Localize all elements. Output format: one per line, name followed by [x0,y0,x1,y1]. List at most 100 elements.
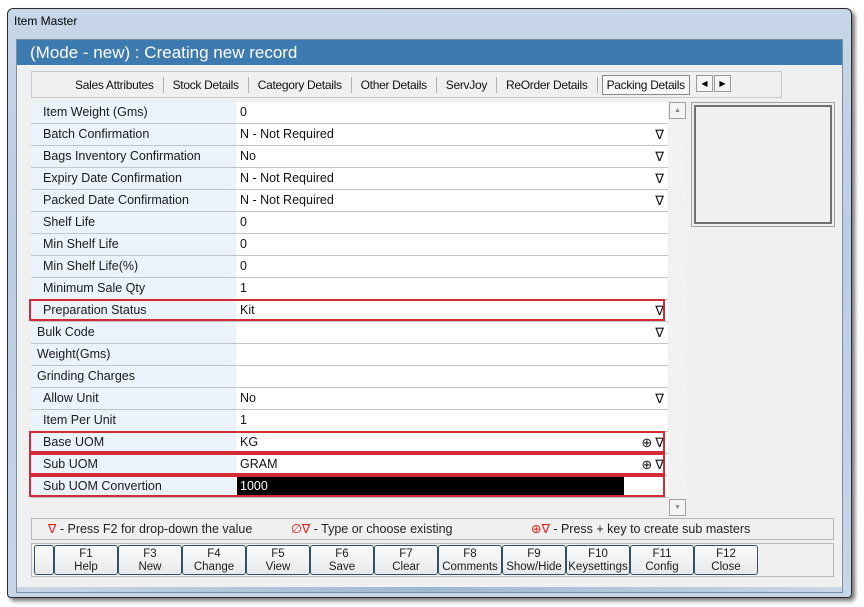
tab-packing-details[interactable]: Packing Details [601,74,690,95]
scroll-up-button[interactable]: ▲ [669,102,686,119]
field-label: Packed Date Confirmation [31,190,236,211]
field-row-batch-confirmation: Batch Confirmation N - Not Required ∇ [31,124,668,146]
fkey-key-label: F8 [463,548,477,560]
item-image-placeholder [694,105,832,224]
fkey-f12-close-button[interactable]: F12 Close [694,545,758,575]
field-icons: ∇ [655,124,664,145]
field-label: Weight(Gms) [31,344,236,365]
field-value-input[interactable]: 1 [237,410,668,431]
legend-type-or-choose: ∅∇ - Type or choose existing [291,519,452,539]
tab-reorder-details[interactable]: ReOrder Details [497,76,598,93]
field-label: Sub UOM [31,454,236,475]
field-icons: ∇ [655,190,664,211]
fkey-f4-change-button[interactable]: F4 Change [182,545,246,575]
vertical-scrollbar[interactable]: ▲ ▼ [669,102,686,516]
dropdown-icon[interactable]: ∇ [655,300,664,321]
field-label: Bags Inventory Confirmation [31,146,236,167]
field-value-input[interactable]: N - Not Required [237,190,668,211]
type-or-choose-icon: ∅∇ [291,522,311,536]
fkey-blank-button[interactable] [34,545,54,575]
field-row-bags-inventory-confirmation: Bags Inventory Confirmation No ∇ [31,146,668,168]
field-value-input[interactable]: 0 [237,212,668,233]
fkey-f11-config-button[interactable]: F11 Config [630,545,694,575]
field-row-preparation-status: Preparation Status Kit ∇ [31,300,668,322]
fkey-key-label: F3 [143,548,157,560]
field-value-input[interactable] [237,366,668,387]
field-value-input[interactable]: KG [237,432,668,453]
field-icons: ∇ [655,146,664,167]
fkey-name-label: Close [711,561,741,573]
field-value-input[interactable]: 0 [237,102,668,123]
fkey-f1-help-button[interactable]: F1 Help [54,545,118,575]
dropdown-icon[interactable]: ∇ [655,124,664,145]
fkey-name-label: Change [193,561,235,573]
tab-scroll-left-button[interactable]: ◀ [696,75,713,92]
fkey-name-label: Config [645,561,679,573]
field-value-input[interactable]: Kit [237,300,668,321]
field-row-expiry-date-confirmation: Expiry Date Confirmation N - Not Required… [31,168,668,190]
field-value-input[interactable]: N - Not Required [237,168,668,189]
field-value-input[interactable] [237,322,668,343]
add-sub-master-icon: ⊕∇ [531,522,550,536]
fkey-name-label: Save [328,561,356,573]
fkey-name-label: Show/Hide [506,561,562,573]
field-value-input[interactable]: N - Not Required [237,124,668,145]
add-sub-master-icon[interactable]: ⊕ [641,454,652,475]
scroll-down-icon: ▼ [674,504,681,511]
field-label: Allow Unit [31,388,236,409]
fkey-f3-new-button[interactable]: F3 New [118,545,182,575]
fkey-key-label: F5 [271,548,285,560]
field-value-input[interactable]: No [237,146,668,167]
dropdown-icon[interactable]: ∇ [655,146,664,167]
field-label: Grinding Charges [31,366,236,387]
field-row-base-uom: Base UOM KG ⊕ ∇ [31,432,668,454]
field-row-weight-gms: Weight(Gms) [31,344,668,366]
field-label: Bulk Code [31,322,236,343]
tab-other-details[interactable]: Other Details [352,76,437,93]
fkey-name-label: New [138,561,162,573]
legend-sub-master-text: - Press + key to create sub masters [549,522,751,536]
field-value-input[interactable]: 1000 [237,476,624,497]
field-value-input[interactable]: No [237,388,668,409]
tab-sales-attributes[interactable]: Sales Attributes [32,76,164,93]
window-client-area: (Mode - new) : Creating new record Sales… [16,39,843,593]
field-label: Base UOM [31,432,236,453]
dropdown-icon[interactable]: ∇ [655,388,664,409]
dropdown-icon[interactable]: ∇ [655,168,664,189]
tab-servjoy[interactable]: ServJoy [437,76,498,93]
tab-stock-details[interactable]: Stock Details [164,76,249,93]
dropdown-icon[interactable]: ∇ [655,322,664,343]
tab-scroll-buttons: ◀ ▶ [696,75,732,92]
field-row-grinding-charges: Grinding Charges [31,366,668,388]
scroll-down-button[interactable]: ▼ [669,499,686,516]
fkey-f8-comments-button[interactable]: F8 Comments [438,545,502,575]
field-value-input[interactable] [237,344,668,365]
field-label: Sub UOM Convertion [31,476,236,497]
field-label: Min Shelf Life [31,234,236,255]
fkey-f10-keysettings-button[interactable]: F10 Keysettings [566,545,630,575]
field-value-input[interactable]: 1 [237,278,668,299]
field-value-input[interactable]: 0 [237,234,668,255]
fkey-f6-save-button[interactable]: F6 Save [310,545,374,575]
fkey-f5-view-button[interactable]: F5 View [246,545,310,575]
add-sub-master-icon[interactable]: ⊕ [641,432,652,453]
field-value-input[interactable]: GRAM [237,454,668,475]
field-value-input[interactable]: 0 [237,256,668,277]
fkey-name-label: Comments [442,561,498,573]
field-row-item-weight-gms: Item Weight (Gms) 0 [31,102,668,124]
fkey-key-label: F12 [716,548,736,560]
item-image-box[interactable] [691,102,835,227]
field-label: Expiry Date Confirmation [31,168,236,189]
tab-scroll-right-button[interactable]: ▶ [714,75,731,92]
fkey-key-label: F11 [652,548,672,560]
fkey-f9-show-hide-button[interactable]: F9 Show/Hide [502,545,566,575]
fkey-key-label: F6 [335,548,349,560]
dropdown-icon[interactable]: ∇ [655,432,664,453]
legend-dropdown-text: - Press F2 for drop-down the value [56,522,253,536]
dropdown-icon[interactable]: ∇ [655,454,664,475]
dropdown-icon[interactable]: ∇ [655,190,664,211]
fkey-f7-clear-button[interactable]: F7 Clear [374,545,438,575]
field-row-sub-uom-convertion: Sub UOM Convertion 1000 [31,476,668,498]
tab-category-details[interactable]: Category Details [249,76,352,93]
field-row-shelf-life: Shelf Life 0 [31,212,668,234]
